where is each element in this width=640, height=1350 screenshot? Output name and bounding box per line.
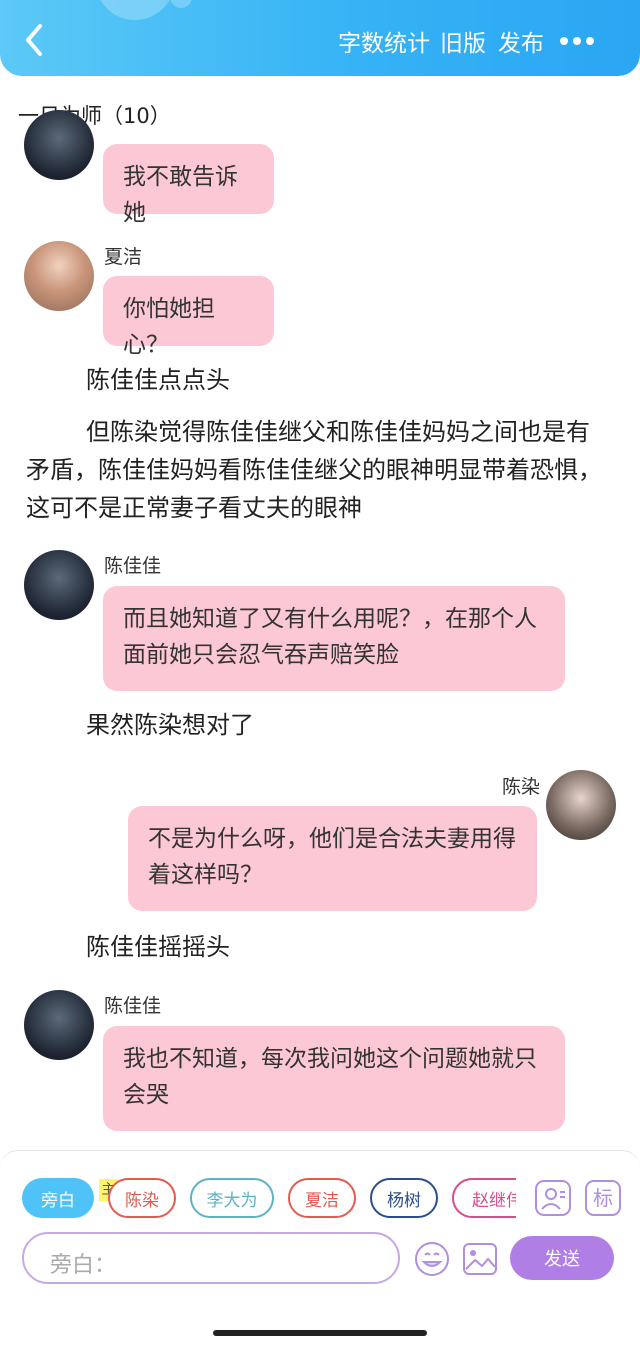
character-icon[interactable]	[535, 1180, 571, 1216]
more-dots-icon[interactable]	[560, 30, 606, 50]
role-chip-li-dawei[interactable]: 李大为	[190, 1178, 274, 1218]
decor-circle	[170, 0, 192, 8]
narration: 陈佳佳摇摇头	[86, 933, 230, 961]
avatar[interactable]	[24, 990, 94, 1060]
tag-icon[interactable]: 标	[585, 1180, 621, 1216]
avatar[interactable]	[24, 241, 94, 311]
back-arrow-icon[interactable]	[20, 20, 50, 60]
message-bubble: 我不敢告诉她	[103, 144, 274, 226]
avatar[interactable]	[24, 110, 94, 180]
send-button[interactable]: 发送	[510, 1236, 614, 1280]
decor-circle	[95, 0, 175, 20]
role-chip-yang-shu[interactable]: 杨树	[370, 1178, 438, 1218]
home-indicator	[213, 1330, 427, 1336]
avatar[interactable]	[24, 550, 94, 620]
avatar[interactable]	[546, 770, 616, 840]
role-chip-zhao-jiwei[interactable]: 赵继伟	[452, 1178, 516, 1218]
message-bubble: 我也不知道，每次我问她这个问题她就只会哭	[103, 1026, 565, 1131]
narration: 但陈染觉得陈佳佳继父和陈佳佳妈妈之间也是有矛盾，陈佳佳妈妈看陈佳佳继父的眼神明显…	[26, 418, 602, 522]
old-version-button[interactable]: 旧版	[440, 24, 486, 58]
word-count-button[interactable]: 字数统计	[338, 24, 430, 58]
speaker-name: 陈染	[502, 776, 541, 798]
top-bar: 字数统计 旧版 发布	[0, 0, 640, 76]
speaker-name: 陈佳佳	[104, 555, 162, 577]
role-chip-chen-ran[interactable]: 陈染	[108, 1178, 176, 1218]
role-chip-xia-jie[interactable]: 夏洁	[288, 1178, 356, 1218]
message-bubble: 而且她知道了又有什么用呢？，在那个人面前她只会忍气吞声赔笑脸	[103, 586, 565, 691]
role-chip-narrator[interactable]: 旁白	[22, 1178, 94, 1218]
narration: 果然陈染想对了	[86, 711, 254, 739]
message-bubble: 不是为什么呀，他们是合法夫妻用得着这样吗？	[128, 806, 537, 911]
message-bubble: 你怕她担心？	[103, 276, 274, 358]
emoji-icon[interactable]	[413, 1240, 451, 1278]
publish-button[interactable]: 发布	[498, 24, 544, 58]
speaker-name: 夏洁	[104, 246, 143, 268]
narration: 陈佳佳点点头	[86, 366, 230, 394]
message-input[interactable]: 旁白：	[22, 1232, 400, 1284]
image-icon[interactable]	[462, 1241, 498, 1277]
speaker-name: 陈佳佳	[104, 995, 162, 1017]
role-chip-clip: 赵继伟	[452, 1178, 516, 1218]
